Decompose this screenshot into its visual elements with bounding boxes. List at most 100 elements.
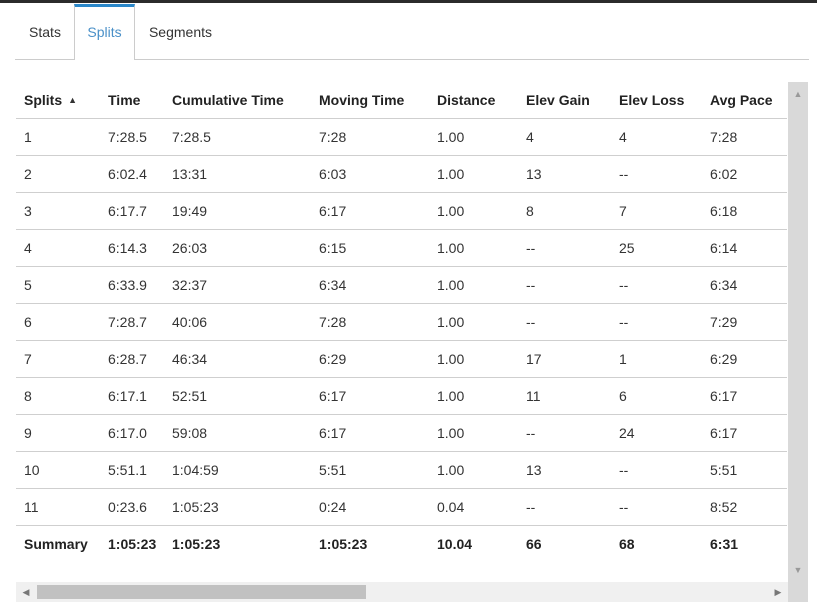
scroll-down-icon[interactable]: ▼	[788, 561, 808, 579]
cell-moving-time: 5:51	[311, 451, 429, 489]
cell-avg-pace: 6:17	[702, 414, 787, 452]
cell-moving-time: 6:03	[311, 155, 429, 193]
cell-elev-loss: --	[611, 155, 702, 193]
column-header-distance[interactable]: Distance	[429, 82, 518, 119]
cell-elev-gain: 11	[518, 377, 611, 415]
cell-distance: 0.04	[429, 488, 518, 526]
cell-time: 6:33.9	[100, 266, 164, 304]
cell-moving-time: 6:17	[311, 192, 429, 230]
cell-moving-time: 7:28	[311, 303, 429, 341]
cell-split-number: 9	[16, 414, 100, 452]
column-header-elev-loss[interactable]: Elev Loss	[611, 82, 702, 119]
table-row: 8 6:17.1 52:51 6:17 1.00 11 6 6:17	[16, 377, 787, 415]
tab-splits[interactable]: Splits	[74, 4, 135, 60]
splits-panel: Splits ▲ Time Cumulative Time Moving Time…	[16, 82, 808, 604]
cell-moving-time: 0:24	[311, 488, 429, 526]
scrollbar-corner	[788, 582, 808, 602]
cell-time: 7:28.7	[100, 303, 164, 341]
horizontal-scrollbar[interactable]: ◀ ▶	[16, 582, 788, 602]
table-row: 11 0:23.6 1:05:23 0:24 0.04 -- -- 8:52	[16, 488, 787, 526]
cell-cumulative-time: 59:08	[164, 414, 311, 452]
cell-split-number: 4	[16, 229, 100, 267]
cell-cumulative-time: 46:34	[164, 340, 311, 378]
cell-avg-pace: 7:29	[702, 303, 787, 341]
tab-segments[interactable]: Segments	[135, 4, 226, 59]
cell-time: 7:28.5	[100, 118, 164, 156]
cell-elev-loss: --	[611, 451, 702, 489]
cell-time: 6:14.3	[100, 229, 164, 267]
cell-distance: 1.00	[429, 303, 518, 341]
cell-time: 6:17.0	[100, 414, 164, 452]
cell-cumulative-time: 1:05:23	[164, 488, 311, 526]
column-header-avg-pace[interactable]: Avg Pace	[702, 82, 787, 119]
cell-elev-gain: 13	[518, 451, 611, 489]
cell-cumulative-time: 32:37	[164, 266, 311, 304]
cell-cumulative-time: 26:03	[164, 229, 311, 267]
cell-split-number: 8	[16, 377, 100, 415]
scroll-up-icon[interactable]: ▲	[788, 85, 808, 103]
cell-elev-gain: 4	[518, 118, 611, 156]
cell-cumulative-time: 40:06	[164, 303, 311, 341]
cell-cumulative-time: 7:28.5	[164, 118, 311, 156]
cell-distance: 1.00	[429, 192, 518, 230]
horizontal-scrollbar-thumb[interactable]	[37, 585, 366, 599]
cell-elev-loss: 7	[611, 192, 702, 230]
tab-stats[interactable]: Stats	[15, 4, 75, 59]
table-row: 4 6:14.3 26:03 6:15 1.00 -- 25 6:14	[16, 229, 787, 267]
cell-elev-gain: --	[518, 229, 611, 267]
scroll-left-icon[interactable]: ◀	[18, 582, 34, 602]
cell-time: 6:02.4	[100, 155, 164, 193]
cell-elev-loss: 25	[611, 229, 702, 267]
sort-ascending-icon[interactable]: ▲	[68, 95, 77, 105]
cell-cumulative-time: 19:49	[164, 192, 311, 230]
summary-elev-gain: 66	[526, 536, 542, 552]
summary-label: Summary	[24, 536, 88, 552]
column-header-splits[interactable]: Splits ▲	[16, 82, 100, 119]
summary-row: Summary 1:05:23 1:05:23 1:05:23 10.04 66…	[16, 526, 787, 563]
cell-elev-loss: --	[611, 488, 702, 526]
cell-elev-loss: 1	[611, 340, 702, 378]
table-row: 1 7:28.5 7:28.5 7:28 1.00 4 4 7:28	[16, 118, 787, 156]
table-row: 9 6:17.0 59:08 6:17 1.00 -- 24 6:17	[16, 414, 787, 452]
scroll-right-icon[interactable]: ▶	[770, 582, 786, 602]
cell-time: 6:17.7	[100, 192, 164, 230]
cell-cumulative-time: 52:51	[164, 377, 311, 415]
cell-moving-time: 6:15	[311, 229, 429, 267]
cell-distance: 1.00	[429, 229, 518, 267]
cell-distance: 1.00	[429, 266, 518, 304]
summary-moving-time: 1:05:23	[319, 536, 368, 552]
table-body: 1 7:28.5 7:28.5 7:28 1.00 4 4 7:28 2 6:02.4 13:31 6…	[16, 118, 787, 526]
cell-avg-pace: 8:52	[702, 488, 787, 526]
cell-avg-pace: 6:29	[702, 340, 787, 378]
column-header-moving-time[interactable]: Moving Time	[311, 82, 429, 119]
summary-avg-pace: 6:31	[710, 536, 739, 552]
cell-avg-pace: 5:51	[702, 451, 787, 489]
cell-distance: 1.00	[429, 118, 518, 156]
summary-cumulative-time: 1:05:23	[172, 536, 221, 552]
cell-avg-pace: 6:18	[702, 192, 787, 230]
cell-elev-gain: 17	[518, 340, 611, 378]
cell-moving-time: 7:28	[311, 118, 429, 156]
cell-elev-gain: --	[518, 414, 611, 452]
cell-elev-gain: --	[518, 266, 611, 304]
cell-cumulative-time: 13:31	[164, 155, 311, 193]
column-header-time[interactable]: Time	[100, 82, 164, 119]
cell-elev-loss: 4	[611, 118, 702, 156]
summary-elev-loss: 68	[619, 536, 635, 552]
cell-distance: 1.00	[429, 155, 518, 193]
cell-distance: 1.00	[429, 451, 518, 489]
cell-elev-gain: --	[518, 303, 611, 341]
cell-moving-time: 6:17	[311, 377, 429, 415]
column-header-elev-gain[interactable]: Elev Gain	[518, 82, 611, 119]
cell-split-number: 3	[16, 192, 100, 230]
table-header-row: Splits ▲ Time Cumulative Time Moving Time…	[16, 82, 787, 119]
column-header-label: Splits	[24, 92, 63, 108]
table-row: 6 7:28.7 40:06 7:28 1.00 -- -- 7:29	[16, 303, 787, 341]
vertical-scrollbar[interactable]: ▲ ▼	[788, 82, 808, 582]
cell-distance: 1.00	[429, 340, 518, 378]
cell-distance: 1.00	[429, 377, 518, 415]
cell-time: 6:28.7	[100, 340, 164, 378]
cell-moving-time: 6:29	[311, 340, 429, 378]
column-header-cumulative-time[interactable]: Cumulative Time	[164, 82, 311, 119]
cell-elev-gain: --	[518, 488, 611, 526]
